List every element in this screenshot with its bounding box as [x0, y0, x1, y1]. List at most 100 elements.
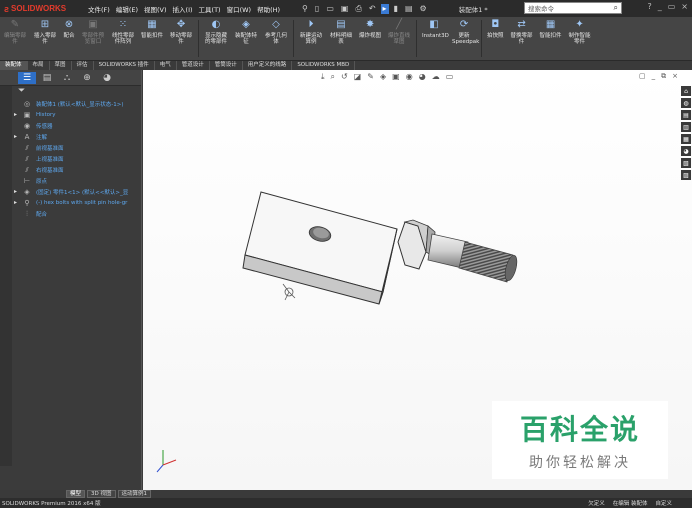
- select-icon[interactable]: ▸: [380, 3, 389, 14]
- graphics-area[interactable]: ⤓ ⌕ ↺ ◪ ✎ ◈ ▣ ◉ ◕ ☁ ▭ ▢ _ ⧉ × ⌂ ◍ ▤ ▥ ▦ …: [143, 70, 692, 490]
- command-button-11[interactable]: ▤ 材料明细表: [326, 17, 356, 60]
- command-button-2[interactable]: ⊗ 配合: [60, 17, 78, 60]
- command-button-5[interactable]: ▦ 智能扣件: [138, 17, 166, 60]
- filter-icon[interactable]: ⏷: [0, 86, 141, 98]
- show-hidden-icon: ◐: [211, 19, 221, 30]
- rebuild-icon[interactable]: ▮: [392, 4, 400, 14]
- tab-0[interactable]: 装配体: [0, 61, 28, 70]
- command-button-6[interactable]: ✥ 移动零部件: [166, 17, 196, 60]
- command-button-16[interactable]: ◘ 拍快照: [484, 17, 507, 60]
- bottom-tab-1[interactable]: 3D 视图: [87, 490, 116, 498]
- window-controls: ? _ ▭ ×: [647, 2, 688, 11]
- command-button-19[interactable]: ✦ 制作智能零件: [565, 17, 595, 60]
- tree-item[interactable]: ▸ ◈ (固定) 零件1<1> (默认<<默认>_显: [14, 186, 141, 197]
- minimize-icon[interactable]: _: [658, 2, 662, 11]
- expand-arrow-icon[interactable]: ▸: [14, 188, 22, 195]
- tree-item-label: 配合: [36, 211, 48, 218]
- command-label: 替换零部件: [510, 33, 533, 45]
- tab-6[interactable]: 管道设计: [177, 61, 210, 70]
- command-button-13[interactable]: ╱ 爆炸直线草图: [384, 17, 414, 60]
- tree-item[interactable]: ▸ A 注解: [14, 131, 141, 142]
- command-button-12[interactable]: ✸ 爆炸视图: [356, 17, 384, 60]
- quick-access-toolbar: ⚲ ▯ ▭ ▣ ⎙ ↶ ▸ ▮ ▤ ⚙: [300, 3, 429, 14]
- tab-9[interactable]: SOLIDWORKS MBD: [292, 61, 356, 70]
- tree-item[interactable]: ◎ 装配体1 (默认<默认_显示状态-1>): [14, 98, 141, 109]
- tab-8[interactable]: 用户定义的线路: [243, 61, 293, 70]
- configuration-tab-icon[interactable]: ⛬: [58, 72, 76, 84]
- mates-icon: ⫶: [26, 209, 28, 218]
- print-icon[interactable]: ⎙: [353, 4, 363, 14]
- new-file-icon[interactable]: ▯: [313, 4, 321, 14]
- open-file-icon[interactable]: ▭: [324, 4, 336, 14]
- command-button-14[interactable]: ◧ Instant3D: [419, 17, 449, 60]
- command-button-3[interactable]: ▣ 零部件预览窗口: [78, 17, 108, 60]
- menu-edit[interactable]: 编辑(E): [116, 4, 138, 14]
- options-gear-icon[interactable]: ⚙: [418, 4, 429, 14]
- dimxpert-tab-icon[interactable]: ⊕: [78, 72, 96, 84]
- tree-item[interactable]: ▸ ⚲ (-) hex bolts with split pin hole-gr: [14, 197, 141, 208]
- menu-view[interactable]: 视图(V): [144, 4, 167, 14]
- save-icon[interactable]: ▣: [339, 4, 351, 14]
- property-manager-tab-icon[interactable]: ▤: [38, 72, 56, 84]
- linear-pattern-icon: ⁙: [118, 19, 128, 30]
- hex-bolt-part[interactable]: [397, 219, 519, 283]
- command-separator: [293, 20, 295, 57]
- panel-scrollbar[interactable]: [0, 86, 12, 466]
- command-button-0[interactable]: ✎ 编辑零部件: [0, 17, 30, 60]
- display-manager-tab-icon[interactable]: ◕: [98, 72, 116, 84]
- edit-component-icon: ✎: [10, 19, 20, 30]
- menu-window[interactable]: 窗口(W): [227, 4, 252, 14]
- help-icon[interactable]: ?: [647, 2, 651, 11]
- tree-item[interactable]: ⊢ 原点: [14, 175, 141, 186]
- close-icon[interactable]: ×: [681, 2, 688, 11]
- tab-2[interactable]: 草图: [50, 61, 72, 70]
- search-icon[interactable]: ⌕: [614, 3, 618, 13]
- undo-icon[interactable]: ↶: [367, 4, 378, 14]
- tree-item[interactable]: ⫽ 前视基准面: [14, 142, 141, 153]
- command-button-17[interactable]: ⇄ 替换零部件: [507, 17, 537, 60]
- command-label: 智能扣件: [539, 33, 562, 39]
- menu-tools[interactable]: 工具(T): [199, 4, 221, 14]
- file-properties-icon[interactable]: ▤: [403, 4, 415, 14]
- menu-help[interactable]: 帮助(H): [257, 4, 280, 14]
- command-button-4[interactable]: ⁙ 线性零部件阵列: [108, 17, 138, 60]
- tab-1[interactable]: 布局: [28, 61, 50, 70]
- tree-item[interactable]: ⫽ 上视基准面: [14, 153, 141, 164]
- tab-4[interactable]: SOLIDWORKS 插件: [94, 61, 155, 70]
- exploded-view-icon: ✸: [365, 19, 375, 30]
- search-input[interactable]: 搜索命令 ⌕: [524, 2, 622, 14]
- restore-icon[interactable]: ▭: [668, 2, 676, 11]
- assembly-icon: ◎: [23, 99, 31, 108]
- feature-manager-panel: ☰ ▤ ⛬ ⊕ ◕ ⏷ ◎ 装配体1 (默认<默认_显示状态-1>) ▸ ▣ Histo…: [0, 70, 142, 490]
- pin-icon[interactable]: ⚲: [300, 4, 310, 14]
- command-button-15[interactable]: ⟳ 更新Speedpak: [449, 17, 479, 60]
- tab-7[interactable]: 管筒设计: [210, 61, 243, 70]
- feature-tree: ◎ 装配体1 (默认<默认_显示状态-1>) ▸ ▣ History ◉ 传感器 ▸ A 注解 ⫽ 前…: [0, 98, 141, 219]
- bottom-tab-0[interactable]: 模型: [66, 490, 86, 498]
- tree-item[interactable]: ◉ 传感器: [14, 120, 141, 131]
- expand-arrow-icon[interactable]: ▸: [14, 199, 22, 206]
- title-bar: ƨ SOLIDWORKS 文件(F) 编辑(E) 视图(V) 插入(I) 工具(T…: [0, 0, 692, 17]
- command-label: 新建运动算例: [300, 33, 323, 45]
- move-component-icon: ✥: [176, 19, 186, 30]
- command-button-10[interactable]: ⏵ 新建运动算例: [296, 17, 326, 60]
- tab-5[interactable]: 电气: [155, 61, 177, 70]
- bottom-tab-2[interactable]: 运动算例1: [117, 490, 151, 498]
- tree-item[interactable]: ⫶ 配合: [14, 208, 141, 219]
- feature-tree-tab-icon[interactable]: ☰: [18, 71, 36, 84]
- command-button-7[interactable]: ◐ 显示隐藏的零部件: [201, 17, 231, 60]
- command-button-8[interactable]: ◈ 装配体特征: [231, 17, 261, 60]
- tree-item[interactable]: ▸ ▣ History: [14, 109, 141, 120]
- block-part[interactable]: [242, 191, 398, 305]
- command-label: 装配体特征: [235, 33, 258, 45]
- menu-insert[interactable]: 插入(I): [173, 4, 193, 14]
- expand-arrow-icon[interactable]: ▸: [14, 133, 22, 140]
- expand-arrow-icon[interactable]: ▸: [14, 111, 22, 118]
- tab-3[interactable]: 评估: [72, 61, 94, 70]
- menu-file[interactable]: 文件(F): [88, 4, 110, 14]
- command-button-18[interactable]: ▦ 智能扣件: [537, 17, 565, 60]
- command-button-1[interactable]: ⊞ 插入零部件: [30, 17, 60, 60]
- status-units[interactable]: 自定义: [655, 499, 672, 507]
- command-button-9[interactable]: ◇ 参考几何体: [261, 17, 291, 60]
- tree-item[interactable]: ⫽ 右视基准面: [14, 164, 141, 175]
